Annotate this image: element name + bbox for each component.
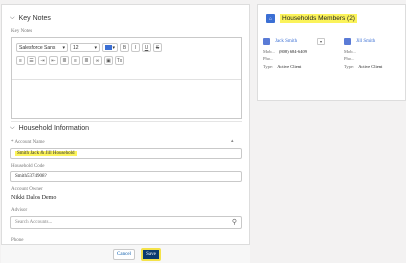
phone-label: Phone <box>11 238 24 243</box>
numbered-list-icon[interactable]: ☰ <box>27 56 36 65</box>
divider <box>11 121 242 122</box>
info-icon: ▴ <box>231 138 234 144</box>
chevron-down-icon: ⌵ <box>10 15 15 21</box>
household-info-title: Household Information <box>18 125 89 132</box>
phone-label: Pho... <box>344 56 355 61</box>
search-icon: ⚲ <box>231 218 237 226</box>
indent-icon[interactable]: ⇥ <box>38 56 47 65</box>
member-actions-dropdown[interactable]: ▾ <box>317 38 325 45</box>
outdent-icon[interactable]: ⇤ <box>49 56 58 65</box>
bulleted-list-icon[interactable]: ≡ <box>16 56 25 65</box>
account-name-value: Smith Jack & Jill Household <box>15 151 77 156</box>
italic-button[interactable]: I <box>131 43 140 52</box>
clear-formatting-button[interactable]: Tx <box>115 56 124 65</box>
account-owner-label: Account Owner <box>11 187 43 192</box>
member-phone-row: Pho... <box>344 56 354 61</box>
member-mobile-row: Mob... (808) 684-6409 <box>263 49 307 54</box>
font-size-select[interactable]: 12 ▾ <box>70 43 100 52</box>
key-notes-title: Key Notes <box>18 15 51 22</box>
account-owner-value: Nikki Dalos Demo <box>11 195 57 201</box>
text-color-select[interactable]: ▾ <box>102 43 118 52</box>
advisor-label: Advisor <box>11 208 28 213</box>
household-icon: ⌂ <box>266 14 275 23</box>
contact-icon <box>344 38 351 45</box>
key-notes-label: Key Notes <box>11 29 33 34</box>
contact-icon <box>263 38 270 45</box>
phone-label: Pho... <box>263 56 274 61</box>
font-size-value: 12 <box>73 44 79 51</box>
rich-text-editor: Salesforce Sans ▾ 12 ▾ ▾ B I U S ≡ ☰ ⇥ ⇤… <box>11 37 242 119</box>
advisor-search-input[interactable]: Search Accounts... ⚲ <box>10 216 242 229</box>
member-type-row: Type: Active Client <box>344 64 382 69</box>
editor-text-area[interactable] <box>12 79 241 119</box>
chevron-down-icon: ▾ <box>62 44 65 51</box>
member-card: Jack Smith ▾ Mob... (808) 684-6409 Pho...… <box>263 38 333 78</box>
household-info-section-header[interactable]: ⌵ Household Information <box>10 125 89 132</box>
mobile-value: (808) 684-6409 <box>278 49 308 54</box>
household-members-header: ⌂ Households Members (2) <box>266 14 357 23</box>
font-family-value: Salesforce Sans <box>19 44 56 51</box>
font-family-select[interactable]: Salesforce Sans ▾ <box>16 43 68 52</box>
type-label: Type: <box>344 64 355 69</box>
type-value: Active Client <box>358 64 383 69</box>
member-name-link[interactable]: Jill Smith <box>356 39 375 44</box>
link-icon[interactable]: ∞ <box>93 56 102 65</box>
household-code-label: Household Code <box>11 164 45 169</box>
type-label: Type: <box>263 64 274 69</box>
editor-toolbar-row-2: ≡ ☰ ⇥ ⇤ ≣ ≡ ≣ ∞ ▣ Tx <box>16 56 124 65</box>
household-members-title[interactable]: Households Members (2) <box>280 14 357 23</box>
color-swatch-icon <box>105 45 112 50</box>
strikethrough-button[interactable]: S <box>153 43 162 52</box>
align-center-icon[interactable]: ≡ <box>71 56 80 65</box>
advisor-placeholder: Search Accounts... <box>15 220 53 225</box>
chevron-down-icon: ⌵ <box>10 125 15 131</box>
key-notes-section-header[interactable]: ⌵ Key Notes <box>10 15 51 22</box>
type-value: Active Client <box>277 64 302 69</box>
align-right-icon[interactable]: ≣ <box>82 56 91 65</box>
household-code-input[interactable]: Smith5374908? <box>10 171 242 182</box>
member-type-row: Type: Active Client <box>263 64 301 69</box>
editor-toolbar-row-1: Salesforce Sans ▾ 12 ▾ ▾ B I U S <box>16 43 162 52</box>
bold-button[interactable]: B <box>120 43 129 52</box>
record-edit-panel: ⌵ Key Notes Key Notes Salesforce Sans ▾ … <box>1 4 250 263</box>
chevron-down-icon: ▾ <box>112 44 115 51</box>
chevron-down-icon: ▾ <box>319 39 322 44</box>
image-icon[interactable]: ▣ <box>104 56 113 65</box>
member-card: Jill Smith Mob... Pho... Type: Active Cli… <box>344 38 406 78</box>
account-name-input[interactable]: Smith Jack & Jill Household <box>10 148 242 159</box>
account-name-label: * Account Name <box>11 140 45 145</box>
member-name-link[interactable]: Jack Smith <box>275 39 297 44</box>
cancel-button[interactable]: Cancel <box>113 249 135 260</box>
member-phone-row: Pho... <box>263 56 273 61</box>
align-left-icon[interactable]: ≣ <box>60 56 69 65</box>
save-button[interactable]: Save <box>141 248 161 261</box>
member-mobile-row: Mob... <box>344 49 360 54</box>
household-members-card: ⌂ Households Members (2) Jack Smith ▾ Mo… <box>257 4 406 101</box>
underline-button[interactable]: U <box>142 43 151 52</box>
chevron-down-icon: ▾ <box>94 44 97 51</box>
household-code-value: Smith5374908? <box>15 174 47 179</box>
mobile-label: Mob... <box>344 49 356 54</box>
form-footer: Cancel Save <box>1 244 250 263</box>
mobile-label: Mob... <box>263 49 275 54</box>
